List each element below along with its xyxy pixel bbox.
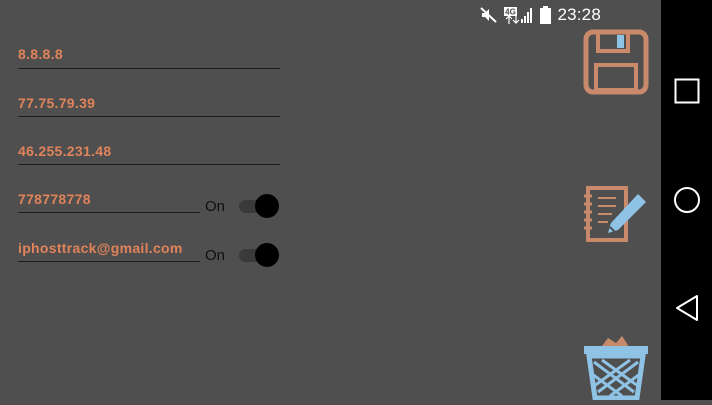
phone-toggle-label: On [205,197,226,215]
signal-icon: 4G [504,7,533,24]
dns-field-3[interactable]: 46.255.231.48 [18,143,280,165]
navigation-bar [661,0,712,400]
dns-field-3-value: 46.255.231.48 [18,143,112,159]
home-circle-icon [673,187,700,213]
svg-text:4G: 4G [506,8,517,17]
email-field-value: iphosttrack@gmail.com [18,240,183,256]
save-button[interactable] [583,29,649,100]
dns-field-2[interactable]: 77.75.79.39 [18,95,280,117]
save-floppy-icon [583,29,649,95]
field-underline [18,68,280,69]
phone-toggle-row: On [205,194,280,218]
dns-field-1[interactable]: 8.8.8.8 [18,46,280,69]
switch-thumb [255,243,280,267]
field-underline [18,212,200,213]
mute-icon [480,7,498,23]
clock: 23:28 [557,5,601,24]
phone-field-value: 778778778 [18,191,91,207]
dns-field-1-value: 8.8.8.8 [18,46,63,62]
field-underline [18,164,280,165]
back-triangle-icon [675,295,698,321]
trash-bin-icon [584,336,648,401]
field-underline [18,116,280,117]
edit-notepad-icon [584,186,646,242]
edit-button[interactable] [580,184,650,249]
status-bar: 4G 23:28 [480,4,601,26]
email-toggle-row: On [205,243,280,267]
phone-field[interactable]: 778778778 [18,191,200,213]
app-screen: 4G 23:28 8.8.8.8 77.75.79.39 46.255.231.… [0,0,661,401]
email-toggle-label: On [205,246,226,264]
recents-button[interactable] [661,76,712,106]
email-field[interactable]: iphosttrack@gmail.com [18,240,200,262]
home-button[interactable] [661,185,712,215]
switch-thumb [255,194,280,218]
recents-square-icon [674,78,699,104]
phone-toggle-switch[interactable] [237,194,280,218]
battery-icon [540,6,552,24]
dns-field-2-value: 77.75.79.39 [18,95,96,111]
delete-button[interactable] [582,332,650,405]
field-underline [18,261,200,262]
back-button[interactable] [661,293,712,323]
email-toggle-switch[interactable] [237,243,280,267]
